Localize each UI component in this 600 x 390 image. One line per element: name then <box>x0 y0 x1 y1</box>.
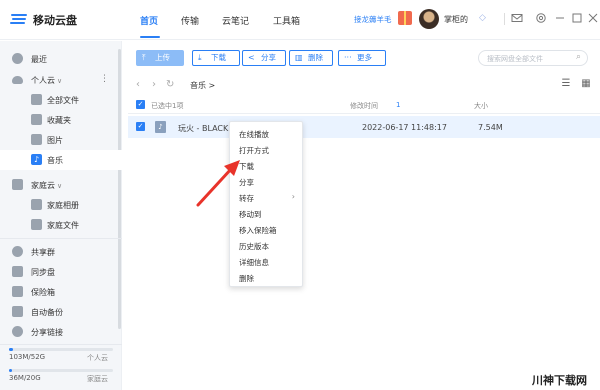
watermark: 川神下载网 <box>532 374 587 387</box>
app-window: 移动云盘 首页 传输 云笔记 工具箱 接龙薅羊毛 掌柜的 ◇ 最近 个人云 ∨ … <box>0 0 600 390</box>
annotation-arrow-icon <box>196 160 240 207</box>
